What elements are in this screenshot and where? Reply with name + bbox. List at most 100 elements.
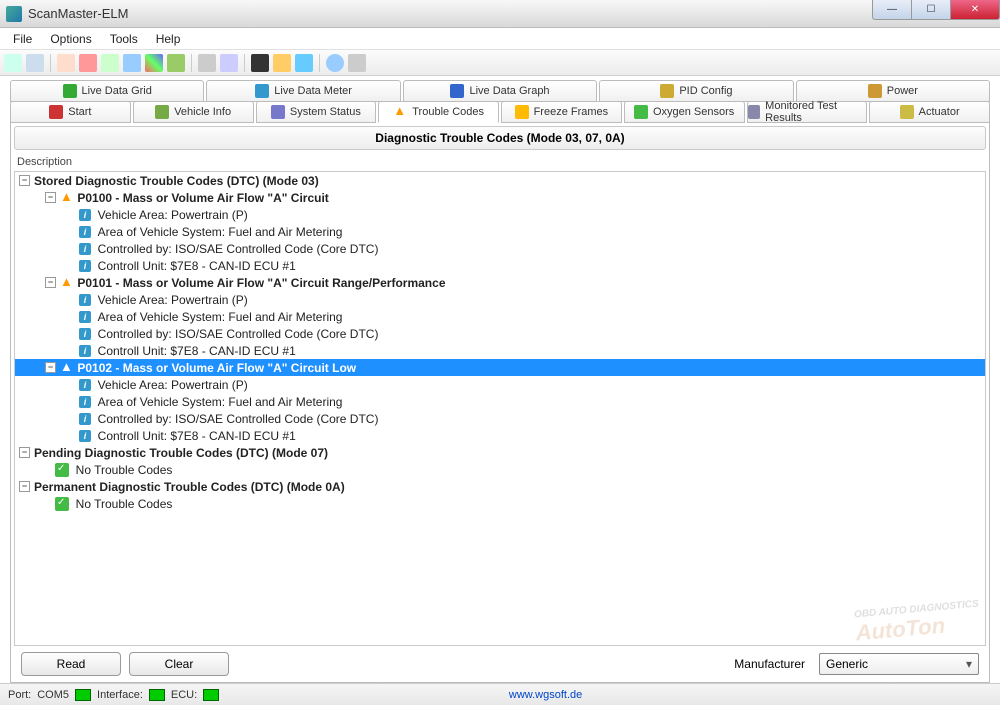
tree-pending-header[interactable]: − Pending Diagnostic Trouble Codes (DTC)…	[15, 444, 985, 461]
toolbar-btn-7[interactable]	[145, 54, 163, 72]
tree-detail[interactable]: Controll Unit: $7E8 - CAN-ID ECU #1	[15, 342, 985, 359]
tab-pid-config[interactable]: PID Config	[599, 80, 793, 102]
vehicle-info-icon	[155, 105, 169, 119]
toolbar-btn-14[interactable]	[326, 54, 344, 72]
tree-permanent-header[interactable]: − Permanent Diagnostic Trouble Codes (DT…	[15, 478, 985, 495]
toolbar-btn-6[interactable]	[123, 54, 141, 72]
description-label: Description	[11, 153, 989, 171]
freeze-icon	[515, 105, 529, 119]
toolbar-btn-13[interactable]	[295, 54, 313, 72]
toolbar-btn-15[interactable]	[348, 54, 366, 72]
tree-dtc-p0100[interactable]: − P0100 - Mass or Volume Air Flow "A" Ci…	[15, 189, 985, 206]
tree-no-codes[interactable]: No Trouble Codes	[15, 461, 985, 478]
tree-detail[interactable]: Vehicle Area: Powertrain (P)	[15, 376, 985, 393]
tab-live-data-grid[interactable]: Live Data Grid	[10, 80, 204, 102]
info-icon	[79, 311, 91, 323]
tree-detail[interactable]: Controlled by: ISO/SAE Controlled Code (…	[15, 240, 985, 257]
tab-freeze-frames[interactable]: Freeze Frames	[501, 101, 622, 123]
app-icon	[6, 6, 22, 22]
tab-actuator[interactable]: Actuator	[869, 101, 990, 123]
toolbar-btn-1[interactable]	[4, 54, 22, 72]
info-icon	[79, 226, 91, 238]
info-icon	[79, 379, 91, 391]
tree-detail[interactable]: Vehicle Area: Powertrain (P)	[15, 206, 985, 223]
tree-no-codes[interactable]: No Trouble Codes	[15, 495, 985, 512]
window-title: ScanMaster-ELM	[28, 6, 128, 21]
tab-live-data-graph[interactable]: Live Data Graph	[403, 80, 597, 102]
tab-vehicle-info[interactable]: Vehicle Info	[133, 101, 254, 123]
tab-monitored-results[interactable]: Monitored Test Results	[747, 101, 868, 123]
tree-detail[interactable]: Controll Unit: $7E8 - CAN-ID ECU #1	[15, 257, 985, 274]
toolbar-btn-5[interactable]	[101, 54, 119, 72]
minimize-button[interactable]: —	[872, 0, 912, 20]
window-controls: — ☐ ✕	[872, 0, 1000, 20]
collapse-icon[interactable]: −	[45, 192, 56, 203]
toolbar-btn-2[interactable]	[26, 54, 44, 72]
maximize-button[interactable]: ☐	[911, 0, 951, 20]
tree-detail[interactable]: Controlled by: ISO/SAE Controlled Code (…	[15, 410, 985, 427]
tree-dtc-p0102[interactable]: − P0102 - Mass or Volume Air Flow "A" Ci…	[15, 359, 985, 376]
lower-tab-row: Start Vehicle Info System Status Trouble…	[0, 101, 1000, 123]
collapse-icon[interactable]: −	[45, 362, 56, 373]
menu-options[interactable]: Options	[41, 30, 100, 48]
tree-detail[interactable]: Controll Unit: $7E8 - CAN-ID ECU #1	[15, 427, 985, 444]
oxygen-icon	[634, 105, 648, 119]
tab-oxygen-sensors[interactable]: Oxygen Sensors	[624, 101, 745, 123]
manufacturer-combo[interactable]: Generic	[819, 653, 979, 675]
tree-stored-header[interactable]: − Stored Diagnostic Trouble Codes (DTC) …	[15, 172, 985, 189]
collapse-icon[interactable]: −	[19, 175, 30, 186]
collapse-icon[interactable]: −	[19, 447, 30, 458]
toolbar-btn-8[interactable]	[167, 54, 185, 72]
toolbar-btn-10[interactable]	[220, 54, 238, 72]
collapse-icon[interactable]: −	[19, 481, 30, 492]
toolbar-btn-3[interactable]	[57, 54, 75, 72]
status-ecu-label: ECU:	[171, 689, 197, 701]
warning-icon	[393, 105, 407, 119]
pid-icon	[660, 84, 674, 98]
menu-tools[interactable]: Tools	[101, 30, 147, 48]
power-icon	[868, 84, 882, 98]
ok-icon	[55, 497, 69, 511]
menu-file[interactable]: File	[4, 30, 41, 48]
graph-icon	[450, 84, 464, 98]
toolbar-btn-9[interactable]	[198, 54, 216, 72]
clear-button[interactable]: Clear	[129, 652, 229, 676]
toolbar-btn-4[interactable]	[79, 54, 97, 72]
ecu-led-icon	[203, 689, 219, 701]
port-led-icon	[75, 689, 91, 701]
dtc-tree[interactable]: − Stored Diagnostic Trouble Codes (DTC) …	[14, 171, 986, 646]
info-icon	[79, 345, 91, 357]
upper-tab-row: Live Data Grid Live Data Meter Live Data…	[0, 80, 1000, 102]
info-icon	[79, 396, 91, 408]
manufacturer-label: Manufacturer	[734, 657, 805, 671]
tree-dtc-p0101[interactable]: − P0101 - Mass or Volume Air Flow "A" Ci…	[15, 274, 985, 291]
tree-detail[interactable]: Area of Vehicle System: Fuel and Air Met…	[15, 308, 985, 325]
info-icon	[79, 430, 91, 442]
tab-system-status[interactable]: System Status	[256, 101, 377, 123]
close-button[interactable]: ✕	[950, 0, 1000, 20]
status-url-link[interactable]: www.wgsoft.de	[509, 689, 582, 701]
tab-trouble-codes[interactable]: Trouble Codes	[378, 101, 499, 123]
tab-power[interactable]: Power	[796, 80, 990, 102]
tree-detail[interactable]: Vehicle Area: Powertrain (P)	[15, 291, 985, 308]
menu-help[interactable]: Help	[147, 30, 190, 48]
toolbar	[0, 50, 1000, 76]
info-icon	[79, 243, 91, 255]
read-button[interactable]: Read	[21, 652, 121, 676]
status-interface-label: Interface:	[97, 689, 143, 701]
info-icon	[79, 260, 91, 272]
menu-bar: File Options Tools Help	[0, 28, 1000, 50]
tree-detail[interactable]: Controlled by: ISO/SAE Controlled Code (…	[15, 325, 985, 342]
tab-live-data-meter[interactable]: Live Data Meter	[206, 80, 400, 102]
collapse-icon[interactable]: −	[45, 277, 56, 288]
toolbar-btn-12[interactable]	[273, 54, 291, 72]
ok-icon	[55, 463, 69, 477]
tree-detail[interactable]: Area of Vehicle System: Fuel and Air Met…	[15, 223, 985, 240]
warning-icon	[60, 191, 74, 205]
toolbar-btn-11[interactable]	[251, 54, 269, 72]
bottom-bar: Read Clear Manufacturer Generic	[11, 646, 989, 682]
panel-title: Diagnostic Trouble Codes (Mode 03, 07, 0…	[14, 126, 986, 150]
tree-detail[interactable]: Area of Vehicle System: Fuel and Air Met…	[15, 393, 985, 410]
info-icon	[79, 328, 91, 340]
tab-start[interactable]: Start	[10, 101, 131, 123]
